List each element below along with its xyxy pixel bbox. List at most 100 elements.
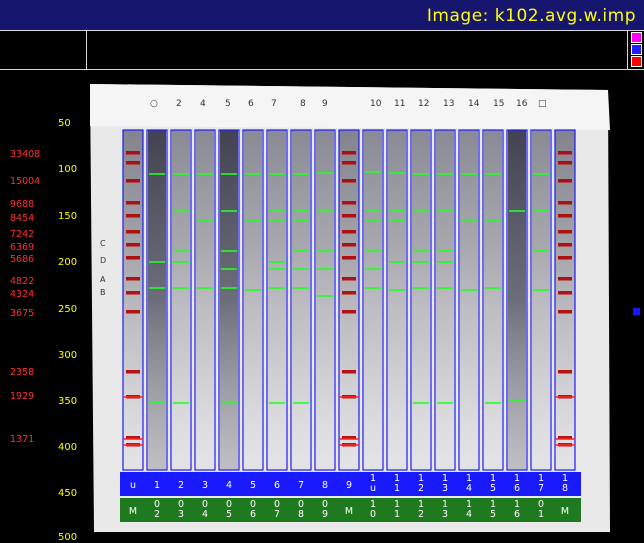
marker-band-dark xyxy=(126,277,140,281)
scale-tick-label: 350 xyxy=(58,396,78,407)
lane-label: 02 xyxy=(154,499,160,520)
sample-lane-smear xyxy=(484,130,502,470)
marker-band-dark xyxy=(558,201,572,205)
red-button[interactable] xyxy=(631,56,642,67)
lane-label: 8 xyxy=(322,480,328,491)
lane-label: 07 xyxy=(274,499,280,520)
marker-band-dark xyxy=(342,214,356,218)
marker-band-dark xyxy=(126,214,140,218)
marker-band-dark xyxy=(342,291,356,295)
mw-marker-label: 6369 xyxy=(10,242,35,253)
title-bar: Image: k102.avg.w.imp xyxy=(0,0,644,30)
lane-label: 1 xyxy=(154,480,160,491)
blue-button[interactable] xyxy=(631,44,642,55)
gel-canvas[interactable]: ○ 2 4 5 6 7 8 9 10 11 12 13 14 15 16 □CDABu 1 2 3 4 5 6 7 8 91 u1… xyxy=(88,70,628,532)
mw-marker-label: 3675 xyxy=(10,308,35,319)
handwritten-label: D xyxy=(100,256,106,265)
sample-lane-smear xyxy=(148,130,166,470)
lane-label: 18 xyxy=(562,473,568,494)
marker-band-dark xyxy=(558,214,572,218)
marker-band-dark xyxy=(126,161,140,165)
frame-divider-top xyxy=(0,30,644,31)
scale-tick-label: 100 xyxy=(58,164,78,175)
marker-band-dark xyxy=(126,151,140,155)
magenta-button[interactable] xyxy=(631,32,642,43)
marker-band-dark xyxy=(126,179,140,183)
marker-band-dark xyxy=(558,151,572,155)
marker-band-dark xyxy=(342,256,356,260)
handwritten-label: A xyxy=(100,275,106,284)
scale-tick-label: 450 xyxy=(58,488,78,499)
lane-label: 6 xyxy=(274,480,280,491)
marker-band-dark xyxy=(126,370,140,374)
sample-lane-smear xyxy=(196,130,214,470)
lane-label: 05 xyxy=(226,499,232,520)
marker-band-dark xyxy=(558,370,572,374)
mw-marker-label: 2358 xyxy=(10,367,35,378)
mw-marker-label: 1371 xyxy=(10,434,35,445)
sample-lane-smear xyxy=(244,130,262,470)
right-scrollbar[interactable] xyxy=(628,70,644,532)
marker-band-dark xyxy=(558,256,572,260)
well-number-mark: 5 xyxy=(225,99,231,109)
mw-marker-label: 4822 xyxy=(10,276,35,287)
marker-band-dark xyxy=(558,179,572,183)
lane-label: M xyxy=(561,506,569,517)
well-number-mark: 9 xyxy=(322,99,328,109)
scale-tick-label: 50 xyxy=(58,118,71,129)
well-number-mark: 16 xyxy=(516,99,528,109)
marker-band-dark xyxy=(558,277,572,281)
scale-tick-label: 300 xyxy=(58,350,78,361)
well-number-mark: ○ xyxy=(150,99,158,109)
sample-lane-smear xyxy=(388,130,406,470)
marker-band-dark xyxy=(342,201,356,205)
sample-lane-smear xyxy=(508,130,526,470)
lane-label: 16 xyxy=(514,499,520,520)
lane-label: 16 xyxy=(514,473,520,494)
scale-tick-label: 250 xyxy=(58,304,78,315)
marker-band-dark xyxy=(342,310,356,314)
lane-label: 15 xyxy=(490,473,496,494)
marker-band-dark xyxy=(342,151,356,155)
mw-marker-label: 5686 xyxy=(10,254,35,265)
sample-lane-smear xyxy=(412,130,430,470)
lane-label: 3 xyxy=(202,480,208,491)
marker-band-dark xyxy=(126,310,140,314)
mw-marker-label: 15004 xyxy=(10,176,41,187)
sample-lane-smear xyxy=(316,130,334,470)
lane-label: 04 xyxy=(202,499,208,520)
scale-tick-label: 200 xyxy=(58,257,78,268)
lane-label: 09 xyxy=(322,499,328,520)
sample-lane-smear xyxy=(292,130,310,470)
sample-lane-smear xyxy=(532,130,550,470)
sample-lane-smear xyxy=(364,130,382,470)
sample-lane-smear xyxy=(436,130,454,470)
marker-band-dark xyxy=(558,230,572,234)
marker-band-dark xyxy=(126,230,140,234)
well-number-mark: 2 xyxy=(176,99,182,109)
marker-band-dark xyxy=(558,291,572,295)
scale-tick-label: 400 xyxy=(58,442,78,453)
lane-label: 13 xyxy=(442,499,448,520)
well-number-mark: 7 xyxy=(271,99,277,109)
lane-label: 11 xyxy=(394,473,400,494)
lane-label: 12 xyxy=(418,473,424,494)
well-number-mark: □ xyxy=(538,99,547,109)
lane-label: 14 xyxy=(466,499,472,520)
marker-band-dark xyxy=(126,201,140,205)
scroll-thumb[interactable] xyxy=(633,308,640,315)
marker-band-dark xyxy=(126,243,140,247)
lane-label: 08 xyxy=(298,499,304,520)
mw-marker-label: 33408 xyxy=(10,149,41,160)
marker-band-dark xyxy=(558,161,572,165)
marker-band-dark xyxy=(342,277,356,281)
well-number-mark: 4 xyxy=(200,99,206,109)
sample-lane-smear xyxy=(268,130,286,470)
mw-marker-label: 4324 xyxy=(10,289,35,300)
gel-image[interactable]: ○ 2 4 5 6 7 8 9 10 11 12 13 14 15 16 □ C D A Bu 1 2 3 4 5 6 7 8 9 1 u 1… xyxy=(88,70,628,532)
frame-divider-vertical-left xyxy=(86,30,87,70)
scale-tick-label: 150 xyxy=(58,211,78,222)
lane-label: 15 xyxy=(490,499,496,520)
handwritten-label: B xyxy=(100,288,106,297)
lane-label: 10 xyxy=(370,499,376,520)
